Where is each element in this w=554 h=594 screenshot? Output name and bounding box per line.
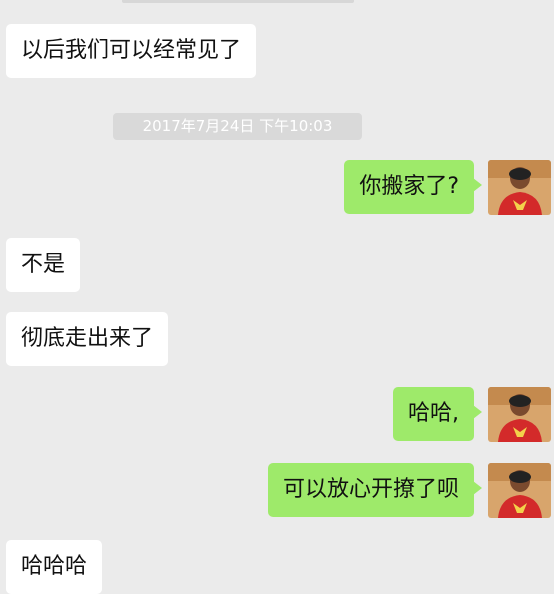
message-bubble-incoming[interactable]: 彻底走出来了 xyxy=(6,312,169,366)
timestamp-pill: 2017年7月24日 下午10:03 xyxy=(113,113,362,140)
message-bubble-incoming[interactable]: 哈哈哈 xyxy=(6,540,103,594)
message-text: 以后我们可以经常见了 xyxy=(21,38,242,63)
message-bubble-outgoing[interactable]: 哈哈, xyxy=(393,387,482,441)
message-bubble-outgoing[interactable]: 可以放心开撩了呗 xyxy=(267,463,483,517)
message-text: 可以放心开撩了呗 xyxy=(282,477,459,502)
timestamp-text: 2017年7月24日 下午10:03 xyxy=(142,117,333,135)
message-text: 哈哈, xyxy=(408,401,459,426)
message-text: 不是 xyxy=(21,252,66,277)
message-text: 彻底走出来了 xyxy=(21,326,154,351)
avatar-photo-icon xyxy=(488,160,551,215)
message-bubble-outgoing[interactable]: 你搬家了? xyxy=(344,160,482,214)
avatar[interactable] xyxy=(488,387,551,442)
avatar[interactable] xyxy=(488,463,551,518)
avatar-photo-icon xyxy=(488,463,551,518)
avatar[interactable] xyxy=(488,160,551,215)
avatar-photo-icon xyxy=(488,387,551,442)
message-text: 你搬家了? xyxy=(359,174,459,199)
message-bubble-incoming[interactable]: 不是 xyxy=(6,238,81,292)
message-text: 哈哈哈 xyxy=(21,554,88,579)
message-bubble-incoming[interactable]: 以后我们可以经常见了 xyxy=(6,24,257,78)
top-divider xyxy=(122,0,354,3)
